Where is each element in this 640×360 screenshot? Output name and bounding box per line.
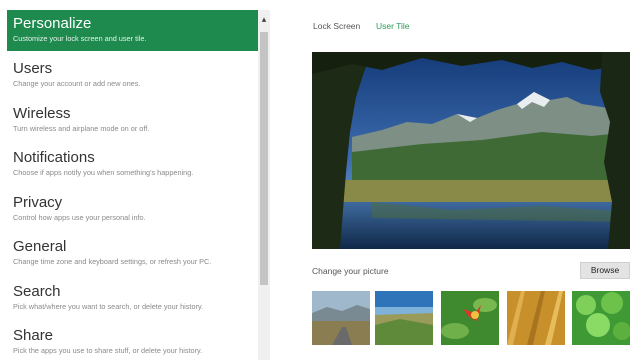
sidebar-scrollbar[interactable]: ▴: [258, 10, 270, 360]
nav-item-general[interactable]: General Change time zone and keyboard se…: [7, 233, 260, 274]
nav-item-privacy[interactable]: Privacy Control how apps use your person…: [7, 189, 260, 230]
nav-item-search[interactable]: Search Pick what/where you want to searc…: [7, 278, 260, 319]
nav-item-subtitle: Pick the apps you use to share stuff, or…: [13, 346, 203, 355]
thumbnail-red-flower[interactable]: [441, 291, 499, 345]
nav-item-share[interactable]: Share Pick the apps you use to share stu…: [7, 322, 260, 360]
nav-item-title: General: [13, 238, 67, 255]
nav-item-subtitle: Choose if apps notify you when something…: [13, 168, 194, 177]
settings-sidebar: Personalize Customize your lock screen a…: [0, 0, 260, 360]
nav-item-subtitle: Turn wireless and airplane mode on or of…: [13, 124, 150, 133]
thumbnail-green-clover[interactable]: [572, 291, 630, 345]
scrollbar-thumb[interactable]: [260, 32, 268, 285]
nav-item-title: Wireless: [13, 105, 71, 122]
tab-lock-screen[interactable]: Lock Screen: [313, 21, 360, 31]
nav-item-title: Share: [13, 327, 54, 344]
nav-item-notifications[interactable]: Notifications Choose if apps notify you …: [7, 144, 260, 185]
tab-user-tile[interactable]: User Tile: [376, 21, 410, 31]
nav-item-personalize[interactable]: Personalize Customize your lock screen a…: [7, 10, 260, 51]
scroll-up-arrow-icon[interactable]: ▴: [258, 10, 270, 28]
thumbnail-golden-grass[interactable]: [507, 291, 565, 345]
lock-screen-preview-image: [312, 52, 630, 249]
nav-item-subtitle: Pick what/where you want to search, or d…: [13, 302, 204, 311]
thumbnail-beach-dunes[interactable]: [375, 291, 433, 345]
nav-item-title: Personalize: [13, 15, 92, 32]
nav-item-title: Users: [13, 60, 53, 77]
nav-item-title: Notifications: [13, 149, 95, 166]
change-picture-label: Change your picture: [312, 266, 389, 276]
nav-item-subtitle: Control how apps use your personal info.: [13, 213, 146, 222]
nav-item-wireless[interactable]: Wireless Turn wireless and airplane mode…: [7, 100, 260, 141]
nav-item-subtitle: Customize your lock screen and user tile…: [13, 34, 147, 43]
nav-item-subtitle: Change time zone and keyboard settings, …: [13, 257, 212, 266]
nav-item-users[interactable]: Users Change your account or add new one…: [7, 55, 260, 96]
browse-button[interactable]: Browse: [580, 262, 630, 279]
nav-item-subtitle: Change your account or add new ones.: [13, 79, 141, 88]
nav-item-title: Privacy: [13, 194, 63, 211]
nav-item-title: Search: [13, 283, 61, 300]
thumbnail-road-landscape[interactable]: [312, 291, 370, 345]
